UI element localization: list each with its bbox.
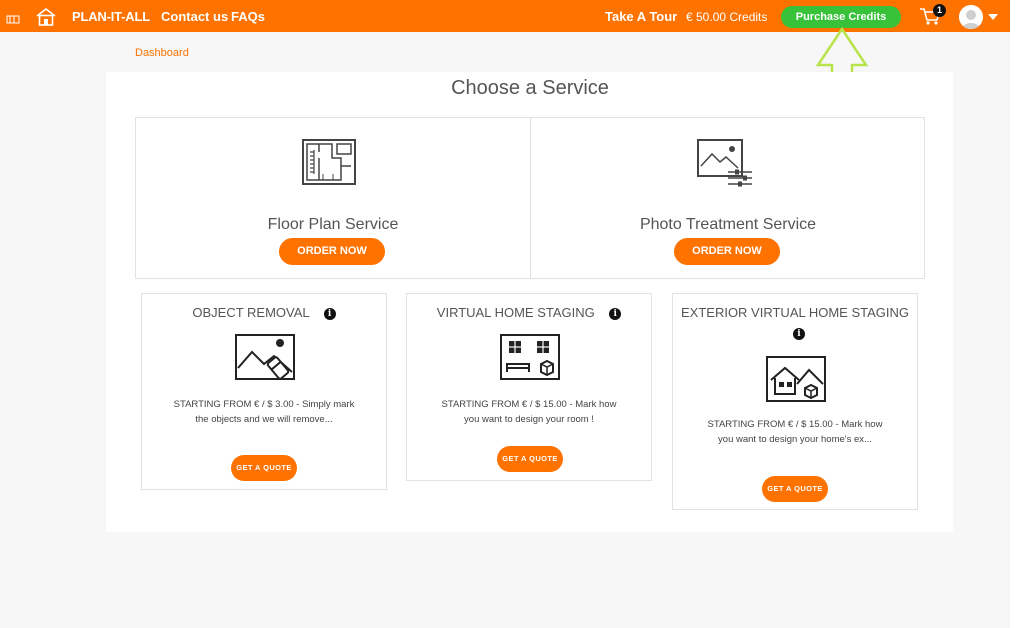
- breadcrumb[interactable]: Dashboard: [135, 47, 189, 59]
- info-icon[interactable]: i: [793, 328, 805, 340]
- service-title: Photo Treatment Service: [639, 216, 817, 233]
- page-title: Choose a Service: [451, 77, 609, 99]
- card-title: OBJECT REMOVAL i: [142, 305, 386, 320]
- contact-us-link[interactable]: Contact us: [161, 9, 228, 24]
- top-navbar: PLAN-IT-ALL Contact us FAQs Take A Tour …: [0, 0, 1024, 32]
- user-avatar-icon: [959, 5, 983, 29]
- credits-balance: € 50.00 Credits: [686, 10, 768, 24]
- cart-count-badge: 1: [933, 4, 946, 17]
- floor-plan-service: Floor Plan Service ORDER NOW: [136, 118, 530, 278]
- brand-link[interactable]: PLAN-IT-ALL: [72, 9, 150, 24]
- photo-adjust-icon: [697, 139, 752, 187]
- info-icon[interactable]: i: [323, 307, 336, 320]
- service-title: Floor Plan Service: [267, 216, 399, 233]
- card-title: EXTERIOR VIRTUAL HOME STAGING: [680, 305, 909, 320]
- object-removal-card: OBJECT REMOVAL i STARTING FROM € / $ 3.0…: [141, 293, 387, 490]
- purchase-credits-button[interactable]: Purchase Credits: [781, 6, 901, 28]
- exterior-virtual-home-staging-card: EXTERIOR VIRTUAL HOME STAGING i STARTING…: [672, 293, 918, 510]
- home-icon[interactable]: [36, 8, 56, 26]
- order-now-button[interactable]: ORDER NOW: [279, 238, 385, 265]
- photo-treatment-service: Photo Treatment Service ORDER NOW: [531, 118, 925, 278]
- exterior-staging-icon: [766, 356, 826, 402]
- service-row: Floor Plan Service ORDER NOW Photo Treat…: [135, 117, 925, 279]
- take-a-tour-link[interactable]: Take A Tour: [605, 9, 677, 24]
- floor-plan-icon: [302, 139, 356, 185]
- card-title: VIRTUAL HOME STAGING i: [407, 305, 651, 320]
- faqs-link[interactable]: FAQs: [231, 9, 265, 24]
- virtual-home-staging-card: VIRTUAL HOME STAGING i STARTING FROM € /…: [406, 293, 652, 481]
- card-title-text: VIRTUAL HOME STAGING: [436, 305, 595, 320]
- card-description: STARTING FROM € / $ 3.00 - Simply mark t…: [173, 399, 355, 425]
- get-a-quote-button[interactable]: GET A QUOTE: [231, 455, 297, 481]
- object-removal-icon: [235, 334, 295, 380]
- room-staging-icon: [500, 334, 560, 380]
- info-icon[interactable]: i: [609, 307, 622, 320]
- card-title-text: OBJECT REMOVAL: [192, 305, 310, 320]
- card-description: STARTING FROM € / $ 15.00 - Mark how you…: [441, 399, 617, 425]
- logo-icon: [6, 15, 20, 24]
- card-description: STARTING FROM € / $ 15.00 - Mark how you…: [707, 419, 883, 445]
- get-a-quote-button[interactable]: GET A QUOTE: [497, 446, 563, 472]
- order-now-button[interactable]: ORDER NOW: [674, 238, 780, 265]
- avatar[interactable]: [959, 5, 983, 29]
- get-a-quote-button[interactable]: GET A QUOTE: [762, 476, 828, 502]
- chevron-down-icon[interactable]: [988, 14, 998, 20]
